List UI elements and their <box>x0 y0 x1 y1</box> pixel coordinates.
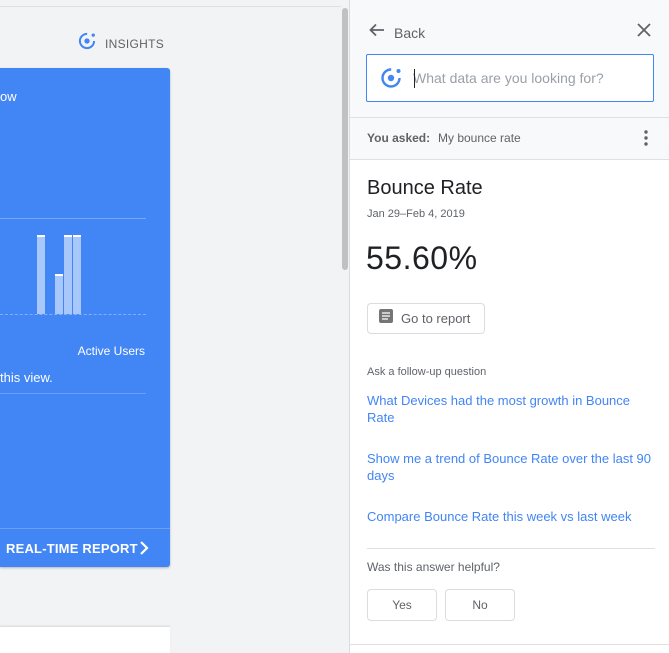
report-icon <box>378 308 394 329</box>
chart-bar <box>37 235 45 314</box>
scrollbar-thumb[interactable] <box>342 8 348 270</box>
close-icon <box>636 23 652 42</box>
realtime-report-link[interactable]: REAL-TIME REPORT <box>0 528 170 567</box>
date-range: Jan 29–Feb 4, 2019 <box>367 208 465 220</box>
go-to-report-label: Go to report <box>401 311 471 326</box>
card-view-text: this view. <box>0 370 53 385</box>
active-users-label: Active Users <box>77 344 145 358</box>
back-label: Back <box>394 24 426 41</box>
feedback-divider <box>367 548 655 549</box>
you-asked-label: You asked: <box>367 131 431 145</box>
close-button[interactable] <box>636 22 652 43</box>
dashboard-card-below <box>0 626 170 653</box>
follow-up-question-link[interactable]: Compare Bounce Rate this week vs last we… <box>367 508 659 525</box>
search-input[interactable] <box>413 70 643 86</box>
chart-bar <box>64 235 72 314</box>
card-title: ow <box>0 89 17 104</box>
arrow-left-icon <box>368 21 386 44</box>
metric-title: Bounce Rate <box>367 177 483 199</box>
realtime-card: ow Active Users this view. REAL-TIME REP… <box>0 68 170 567</box>
insights-label: INSIGHTS <box>105 36 165 51</box>
text-caret <box>414 69 415 88</box>
yes-button[interactable]: Yes <box>367 589 437 621</box>
panel-header: Back <box>350 0 669 118</box>
you-asked-bar: You asked: My bounce rate <box>350 118 669 160</box>
asked-question: My bounce rate <box>438 131 521 145</box>
back-button[interactable]: Back <box>368 21 425 44</box>
panel-bottom-divider <box>350 644 669 645</box>
card-divider <box>0 393 146 394</box>
scrollbar[interactable] <box>341 6 349 653</box>
chart-baseline <box>0 314 146 315</box>
follow-up-question-link[interactable]: Show me a trend of Bounce Rate over the … <box>367 450 659 484</box>
follow-up-heading: Ask a follow-up question <box>367 366 487 378</box>
chart-gridline <box>0 218 146 219</box>
no-button[interactable]: No <box>445 589 515 621</box>
helpful-prompt: Was this answer helpful? <box>367 560 500 574</box>
chart-bar <box>73 235 81 314</box>
search-box[interactable] <box>366 54 654 102</box>
insights-icon <box>77 31 97 56</box>
metric-value: 55.60% <box>366 240 478 276</box>
insights-button[interactable]: INSIGHTS <box>77 31 164 56</box>
insights-panel: Back You asked: My bounce rate Boun <box>349 0 669 653</box>
dashboard-background: INSIGHTS ow Active Users this view. REAL… <box>0 0 349 653</box>
chart-bar <box>55 274 63 314</box>
go-to-report-button[interactable]: Go to report <box>367 303 486 334</box>
insights-icon <box>379 66 403 90</box>
chevron-right-icon <box>138 540 150 561</box>
follow-up-question-link[interactable]: What Devices had the most growth in Boun… <box>367 392 659 426</box>
more-options-icon[interactable] <box>644 130 648 151</box>
realtime-report-label: REAL-TIME REPORT <box>6 540 138 556</box>
